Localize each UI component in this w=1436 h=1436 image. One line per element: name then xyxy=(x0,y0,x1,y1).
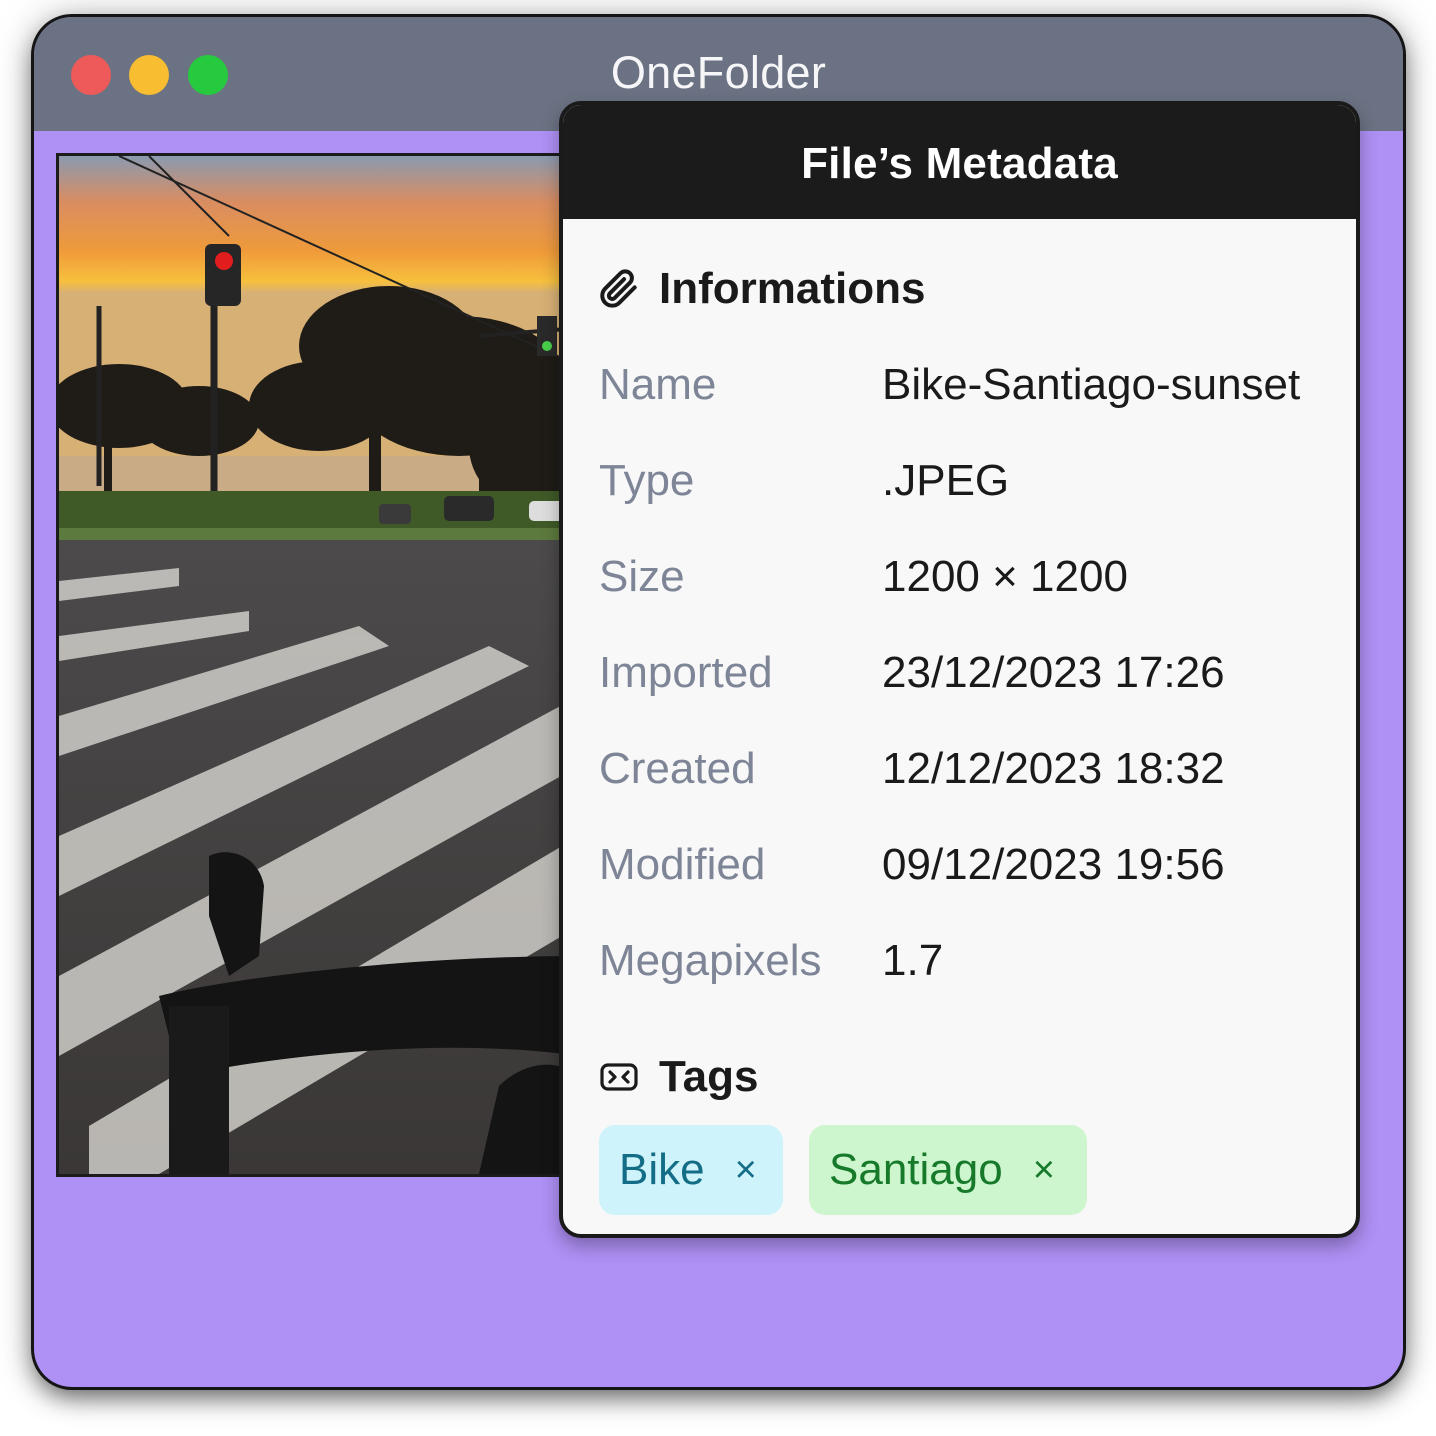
informations-heading: Informations xyxy=(599,259,925,319)
remove-tag-icon[interactable]: × xyxy=(735,1149,757,1192)
info-label: Type xyxy=(599,456,695,505)
info-value: 23/12/2023 17:26 xyxy=(882,648,1225,697)
tag-chip-santiago[interactable]: Santiago × xyxy=(809,1125,1087,1215)
tag-chip-bike[interactable]: Bike × xyxy=(599,1125,783,1215)
info-row-megapixels: Megapixels 1.7 xyxy=(599,931,1339,991)
info-value: 1200 × 1200 xyxy=(882,552,1128,601)
metadata-panel: File’s Metadata Informations Name Bike-S… xyxy=(559,101,1360,1238)
info-value: 12/12/2023 18:32 xyxy=(882,744,1225,793)
image-preview[interactable] xyxy=(56,153,582,1177)
informations-label: Informations xyxy=(659,264,926,313)
tags-heading: Tags xyxy=(599,1047,758,1107)
info-label: Megapixels xyxy=(599,936,822,985)
info-label: Name xyxy=(599,360,717,409)
info-value: 1.7 xyxy=(882,936,944,985)
paperclip-icon xyxy=(599,269,639,309)
info-label: Created xyxy=(599,744,756,793)
info-value: .JPEG xyxy=(882,456,1010,505)
info-value[interactable]: Bike-Santiago-sunset xyxy=(882,360,1300,410)
tag-icon xyxy=(599,1057,639,1097)
info-label: Modified xyxy=(599,840,766,889)
info-row-type: Type .JPEG xyxy=(599,451,1339,511)
info-row-imported: Imported 23/12/2023 17:26 xyxy=(599,643,1339,703)
info-row-created: Created 12/12/2023 18:32 xyxy=(599,739,1339,799)
info-value: 09/12/2023 19:56 xyxy=(882,840,1225,889)
tag-label: Bike xyxy=(619,1145,705,1194)
window-title: OneFolder xyxy=(610,47,827,98)
panel-header: File’s Metadata xyxy=(563,105,1356,219)
info-row-modified: Modified 09/12/2023 19:56 xyxy=(599,835,1339,895)
info-label: Size xyxy=(599,552,685,601)
tag-label: Santiago xyxy=(829,1145,1003,1194)
panel-title: File’s Metadata xyxy=(801,139,1118,188)
info-row-name: Name Bike-Santiago-sunset xyxy=(599,355,1339,415)
sunset-photo xyxy=(59,156,579,1174)
info-row-size: Size 1200 × 1200 xyxy=(599,547,1339,607)
info-label: Imported xyxy=(599,648,773,697)
remove-tag-icon[interactable]: × xyxy=(1033,1149,1055,1192)
tags-label: Tags xyxy=(659,1052,759,1101)
